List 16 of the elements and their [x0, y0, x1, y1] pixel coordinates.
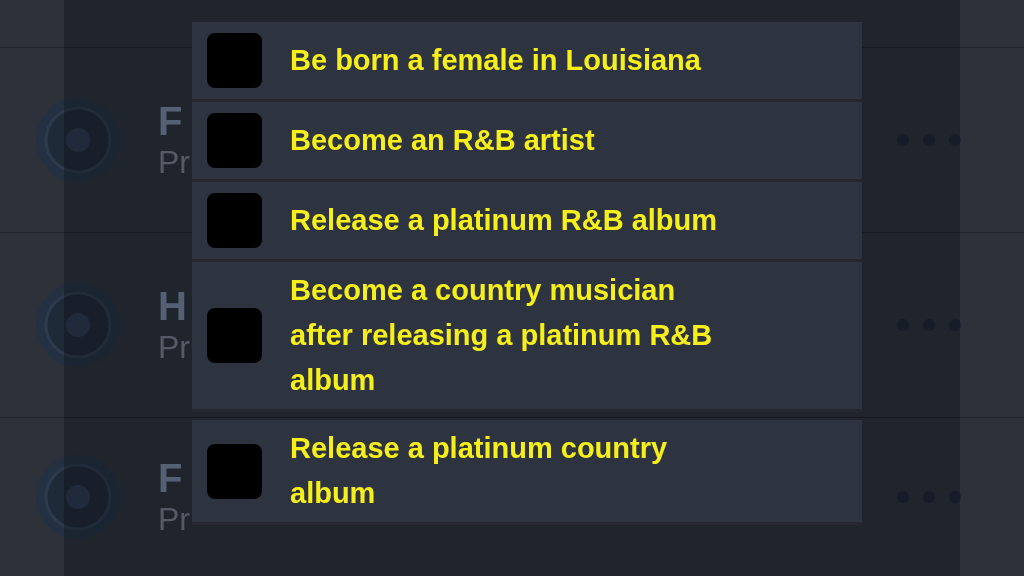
requirement-text: Release a platinum country album	[290, 431, 669, 511]
challenge-title: H	[158, 283, 187, 328]
checkbox[interactable]	[207, 193, 262, 248]
progress-label: Pr	[158, 499, 190, 539]
checkbox[interactable]	[207, 113, 262, 168]
challenge-title: F	[158, 98, 183, 143]
checkbox[interactable]	[207, 443, 262, 499]
challenge-title: F	[158, 455, 183, 500]
checkbox[interactable]	[207, 33, 262, 88]
progress-label: Pr	[158, 327, 190, 367]
requirement-text: Become a country musician after releasing a platinum R&B album	[290, 273, 714, 398]
requirement-text: Become an R&B artist	[290, 123, 595, 158]
checkbox[interactable]	[207, 308, 262, 363]
requirement-text: Release a platinum R&B album	[290, 203, 718, 238]
progress-label: Pr	[158, 142, 190, 182]
requirement-text: Be born a female in Louisiana	[290, 43, 701, 78]
